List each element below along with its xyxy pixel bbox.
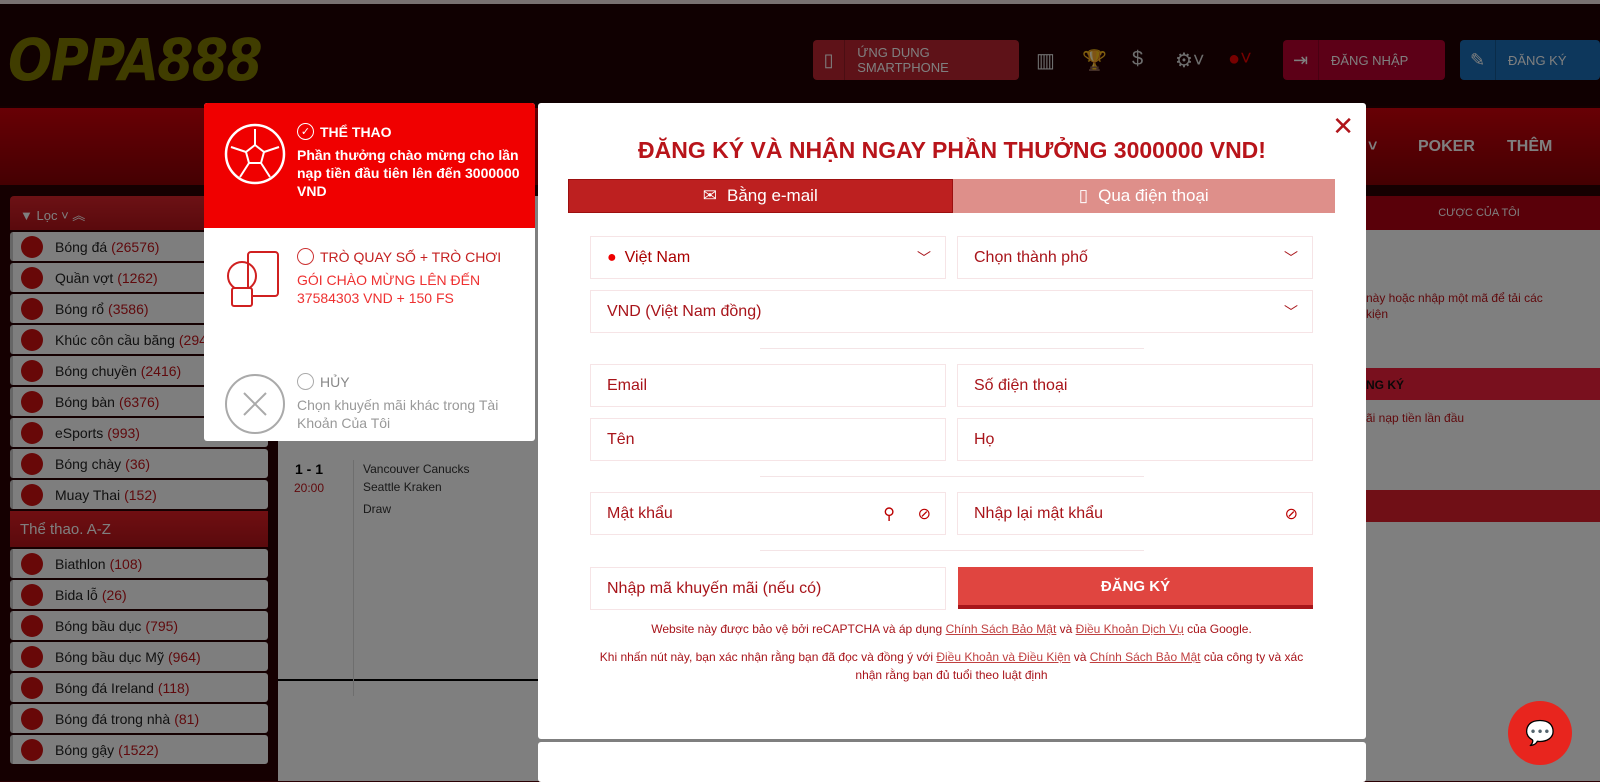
vietnam-flag-icon: ● <box>607 248 617 266</box>
terms-of-service-link[interactable]: Điều Khoản Dịch Vụ <box>1076 622 1184 636</box>
divider <box>760 476 1144 477</box>
promo-title: THỂ THAO <box>320 123 392 140</box>
promo-code-field[interactable]: Nhập mã khuyến mãi (nếu có) <box>590 567 946 610</box>
radio-checked[interactable]: ✓ <box>297 123 314 140</box>
casino-icon <box>227 251 279 307</box>
country-select[interactable]: ● Việt Nam ﹀ <box>590 236 946 279</box>
registration-modal: ✕ ĐĂNG KÝ VÀ NHẬN NGAY PHẦN THƯỞNG 30000… <box>538 103 1366 739</box>
chat-button[interactable]: 💬 <box>1508 701 1572 765</box>
first-name-field[interactable]: Tên <box>590 418 946 461</box>
terms-notice: Khi nhấn nút này, bạn xác nhận rằng bạn … <box>599 650 1304 682</box>
submit-register-button[interactable]: ĐĂNG KÝ <box>958 567 1313 609</box>
promo-option-sports[interactable]: ✓ THỂ THAO Phần thưởng chào mừng cho lần … <box>204 103 535 228</box>
promo-option-cancel[interactable]: HỦY Chọn khuyến mãi khác trong Tài Khoản… <box>204 353 535 441</box>
promo-option-casino[interactable]: TRÒ QUAY SỐ + TRÒ CHƠI GÓI CHÀO MỪNG LÊN… <box>204 228 535 353</box>
promo-title: TRÒ QUAY SỐ + TRÒ CHƠI <box>320 248 502 265</box>
recaptcha-notice: Website này được bảo vệ bởi reCAPTCHA và… <box>651 622 1252 636</box>
envelope-icon: ✉ <box>702 186 718 205</box>
terms-conditions-link[interactable]: Điều Khoản và Điều Kiện <box>936 650 1070 664</box>
phone-icon: ▯ <box>1078 186 1089 205</box>
divider <box>760 348 1144 349</box>
modal-title: ĐĂNG KÝ VÀ NHẬN NGAY PHẦN THƯỞNG 3000000… <box>638 137 1266 163</box>
soccer-ball-icon <box>224 123 286 185</box>
password-confirm-field[interactable]: Nhập lại mật khẩu ⊘ <box>957 492 1313 535</box>
promo-desc: GÓI CHÀO MỪNG LÊN ĐẾN 37584303 VND + 150… <box>297 272 481 306</box>
divider <box>760 550 1144 551</box>
password-field[interactable]: Mật khẩu ⚲ ⊘ <box>590 492 946 535</box>
eye-hidden-icon[interactable]: ⊘ <box>918 504 931 524</box>
currency-select[interactable]: VND (Việt Nam đồng) ﹀ <box>590 290 1313 333</box>
promo-desc: Phần thưởng chào mừng cho lần nạp tiền đ… <box>297 147 520 199</box>
modal-footer-panel <box>538 742 1366 782</box>
email-field[interactable]: Email <box>590 364 946 407</box>
radio-unchecked[interactable] <box>297 373 314 390</box>
promo-desc: Chọn khuyến mãi khác trong Tài Khoản Của… <box>297 397 499 431</box>
chevron-down-icon: ﹀ <box>917 250 931 266</box>
cancel-icon <box>225 374 285 434</box>
last-name-field[interactable]: Họ <box>957 418 1313 461</box>
radio-unchecked[interactable] <box>297 248 314 265</box>
chevron-down-icon: ﹀ <box>1284 304 1298 320</box>
chevron-down-icon: ﹀ <box>1284 250 1298 266</box>
city-select[interactable]: Chọn thành phố ﹀ <box>957 236 1313 279</box>
phone-field[interactable]: Số điện thoại <box>957 364 1313 407</box>
tab-phone[interactable]: ▯ Qua điện thoại <box>952 179 1335 213</box>
eye-hidden-icon[interactable]: ⊘ <box>1285 504 1298 524</box>
chat-icon: 💬 <box>1525 719 1555 747</box>
tab-email[interactable]: ✉ Bằng e-mail <box>568 179 953 213</box>
privacy-policy-link[interactable]: Chính Sách Bảo Mật <box>946 622 1057 636</box>
privacy-policy-link[interactable]: Chính Sách Bảo Mật <box>1090 650 1201 664</box>
promo-selector: ✓ THỂ THAO Phần thưởng chào mừng cho lần … <box>204 103 535 441</box>
key-icon[interactable]: ⚲ <box>883 504 895 524</box>
promo-title: HỦY <box>320 373 350 390</box>
